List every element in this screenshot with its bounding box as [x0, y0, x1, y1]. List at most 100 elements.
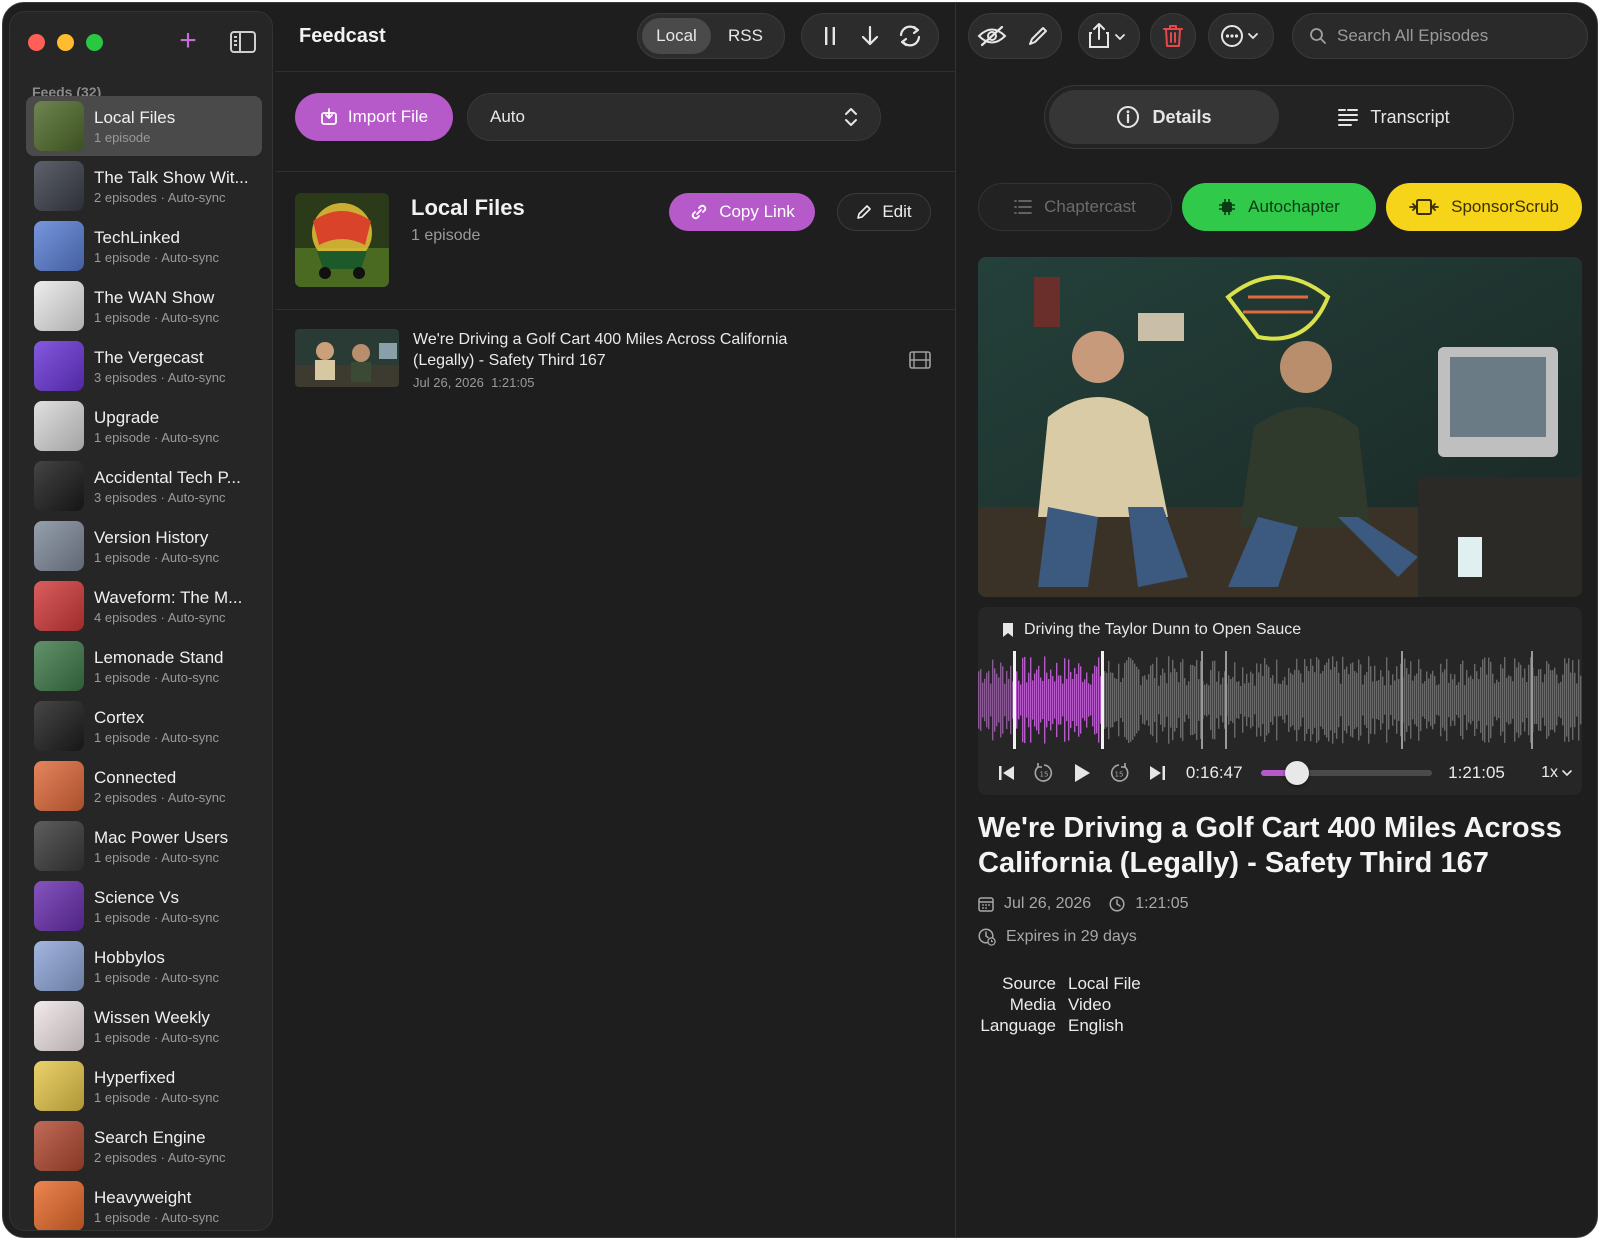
chapter-marker[interactable] — [1531, 651, 1533, 749]
chaptercast-button[interactable]: Chaptercast — [978, 183, 1172, 231]
sidebar-feed-item[interactable]: Mac Power Users 1 episode · Auto-sync — [26, 816, 262, 876]
waveform-bar — [1128, 656, 1130, 744]
more-menu-button[interactable] — [1208, 13, 1274, 59]
waveform-bar — [1398, 679, 1400, 721]
feed-artwork — [34, 761, 84, 811]
add-feed-button[interactable]: + — [174, 26, 202, 56]
sidebar-feed-item[interactable]: Heavyweight 1 episode · Auto-sync — [26, 1176, 262, 1230]
waveform-bar — [1188, 681, 1190, 719]
progress-knob[interactable] — [1284, 761, 1309, 785]
sidebar-toggle-button[interactable] — [230, 31, 256, 53]
calendar-icon — [978, 897, 994, 912]
sidebar-feed-item[interactable]: Search Engine 2 episodes · Auto-sync — [26, 1116, 262, 1176]
delete-button[interactable] — [1150, 13, 1196, 59]
previous-chapter-button[interactable] — [992, 758, 1022, 788]
waveform-scrubber[interactable] — [978, 651, 1582, 749]
feed-text: Connected 2 episodes · Auto-sync — [94, 768, 254, 805]
play-button[interactable] — [1067, 758, 1097, 788]
waveform-bar — [986, 672, 988, 728]
sidebar-feed-item[interactable]: The Vergecast 3 episodes · Auto-sync — [26, 336, 262, 396]
current-chapter: Driving the Taylor Dunn to Open Sauce — [1002, 621, 1301, 639]
refresh-button[interactable] — [894, 20, 926, 52]
waveform-bar — [1354, 670, 1356, 730]
pause-icon — [825, 27, 835, 45]
waveform-bar — [1324, 664, 1326, 736]
waveform-bar — [1088, 683, 1090, 717]
feed-artwork — [34, 641, 84, 691]
waveform-bar — [1494, 683, 1496, 717]
close-window-button[interactable] — [28, 34, 45, 51]
import-file-button[interactable]: Import File — [295, 93, 453, 141]
sponsorscrub-button[interactable]: SponsorScrub — [1386, 183, 1582, 231]
tab-transcript[interactable]: Transcript — [1279, 90, 1509, 144]
chapter-marker[interactable] — [1013, 651, 1016, 749]
hide-played-button[interactable] — [975, 19, 1009, 53]
waveform-bar — [1568, 658, 1570, 742]
progress-slider[interactable] — [1260, 761, 1433, 785]
sidebar-feed-item[interactable]: TechLinked 1 episode · Auto-sync — [26, 216, 262, 276]
waveform-bar — [1214, 660, 1216, 740]
tab-rss[interactable]: RSS — [711, 18, 780, 54]
film-scrub-icon — [1409, 199, 1440, 215]
sidebar-feed-item[interactable]: Hobbylos 1 episode · Auto-sync — [26, 936, 262, 996]
tab-details[interactable]: Details — [1049, 90, 1279, 144]
waveform-bar — [1558, 683, 1560, 717]
tab-local[interactable]: Local — [642, 18, 711, 54]
waveform-bar — [1508, 675, 1510, 725]
video-player[interactable] — [978, 257, 1582, 597]
waveform-bar — [1416, 673, 1418, 727]
sidebar-feed-item[interactable]: Upgrade 1 episode · Auto-sync — [26, 396, 262, 456]
sidebar-feed-item[interactable]: The Talk Show Wit... 2 episodes · Auto-sy… — [26, 156, 262, 216]
divider — [275, 309, 955, 310]
zoom-window-button[interactable] — [86, 34, 103, 51]
waveform-bar — [1496, 679, 1498, 721]
copy-link-button[interactable]: Copy Link — [669, 193, 815, 231]
edit-feed-button[interactable]: Edit — [837, 193, 931, 231]
sidebar-feed-item[interactable]: Accidental Tech P... 3 episodes · Auto-sy… — [26, 456, 262, 516]
waveform-bar — [1554, 667, 1556, 733]
sidebar-feed-item[interactable]: Local Files 1 episode — [26, 96, 262, 156]
feed-episode-count: 1 episode · Auto-sync — [94, 969, 220, 985]
feed-name: Search Engine — [94, 1127, 206, 1147]
waveform-bar — [1040, 677, 1042, 723]
annotate-button[interactable] — [1021, 19, 1055, 53]
sidebar-feed-item[interactable]: Waveform: The M... 4 episodes · Auto-sync — [26, 576, 262, 636]
search-input[interactable] — [1337, 26, 1577, 46]
sidebar-feed-item[interactable]: Version History 1 episode · Auto-sync — [26, 516, 262, 576]
chapter-marker[interactable] — [1225, 651, 1227, 749]
waveform-bar — [1016, 671, 1018, 729]
chapter-marker[interactable] — [1101, 651, 1104, 749]
chapter-marker[interactable] — [1401, 651, 1403, 749]
minimize-window-button[interactable] — [57, 34, 74, 51]
sidebar-feed-item[interactable]: Cortex 1 episode · Auto-sync — [26, 696, 262, 756]
share-menu-button[interactable] — [1078, 13, 1140, 59]
feed-text: Mac Power Users 1 episode · Auto-sync — [94, 828, 254, 865]
ellipsis-circle-icon — [1221, 25, 1258, 47]
autochapter-button[interactable]: Autochapter — [1182, 183, 1376, 231]
feed-name: Hyperfixed — [94, 1067, 176, 1087]
forward-15-button[interactable]: 15 — [1105, 758, 1135, 788]
sidebar-feed-item[interactable]: The WAN Show 1 episode · Auto-sync — [26, 276, 262, 336]
waveform-bar — [1094, 665, 1096, 735]
download-button[interactable] — [854, 20, 886, 52]
waveform-bar — [1152, 663, 1154, 737]
sort-mode-select[interactable]: Auto — [467, 93, 881, 141]
detail-duration: 1:21:05 — [1135, 895, 1189, 912]
sidebar-feed-item[interactable]: Lemonade Stand 1 episode · Auto-sync — [26, 636, 262, 696]
waveform-bar — [1338, 672, 1340, 728]
feed-text: Version History 1 episode · Auto-sync — [94, 528, 254, 565]
chapter-marker[interactable] — [1201, 651, 1203, 749]
sidebar-feed-item[interactable]: Hyperfixed 1 episode · Auto-sync — [26, 1056, 262, 1116]
waveform-bar — [1364, 674, 1366, 726]
rewind-15-button[interactable]: 15 — [1030, 758, 1060, 788]
sidebar-feed-item[interactable]: Connected 2 episodes · Auto-sync — [26, 756, 262, 816]
sidebar-feed-item[interactable]: Science Vs 1 episode · Auto-sync — [26, 876, 262, 936]
pause-button[interactable] — [814, 20, 846, 52]
forward-15-icon: 15 — [1111, 763, 1129, 782]
feed-episode-count: 1 episode · Auto-sync — [94, 1209, 220, 1225]
playback-speed-button[interactable]: 1x — [1541, 764, 1572, 782]
episode-row[interactable]: We're Driving a Golf Cart 400 Miles Acro… — [295, 325, 935, 391]
next-chapter-button[interactable] — [1142, 758, 1172, 788]
sidebar-feed-item[interactable]: Wissen Weekly 1 episode · Auto-sync — [26, 996, 262, 1056]
waveform-bar — [1210, 669, 1212, 731]
